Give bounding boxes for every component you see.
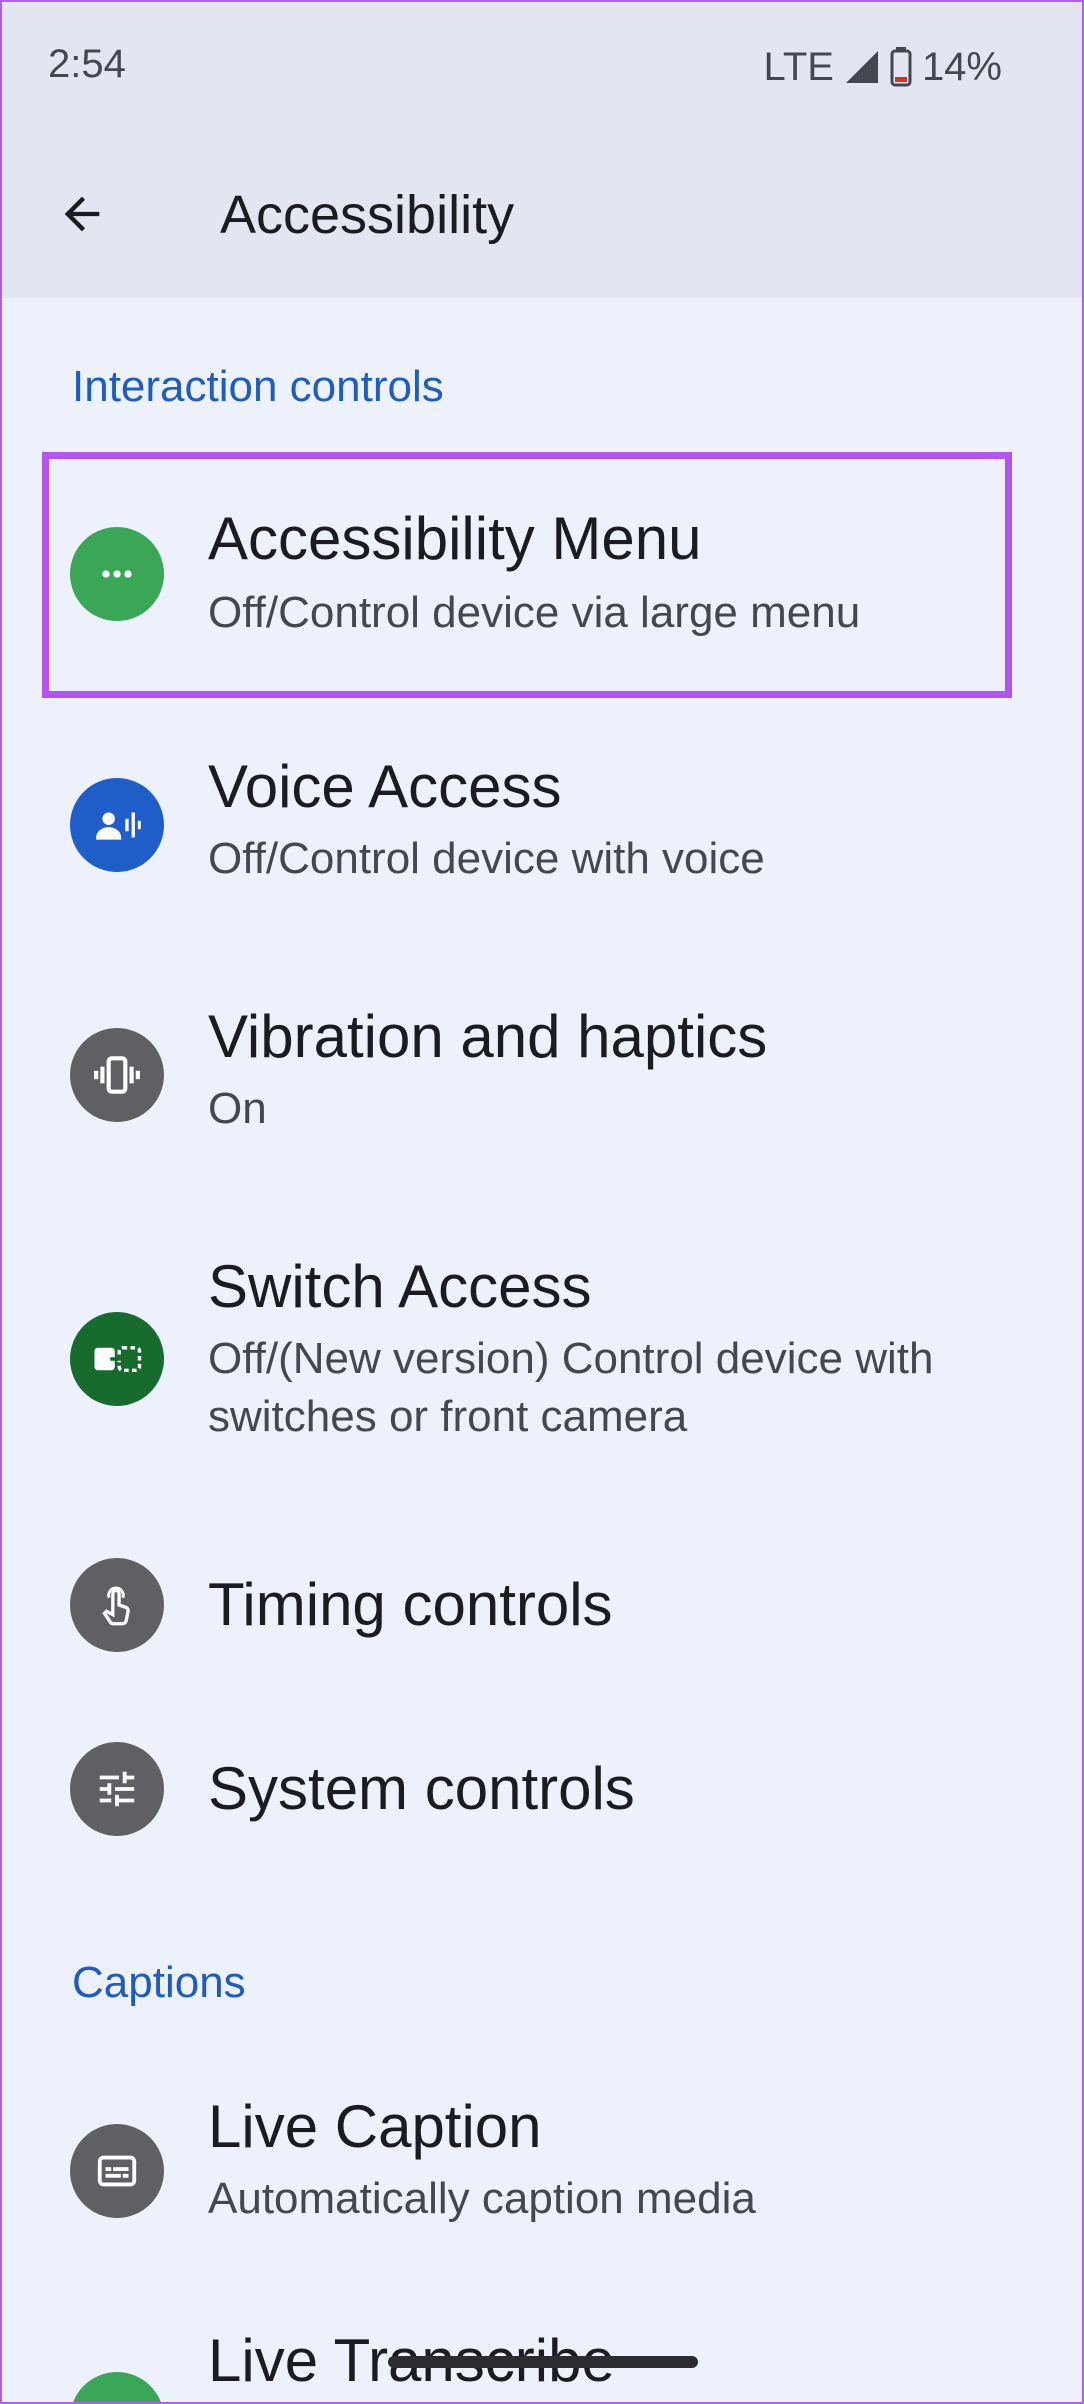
item-title: Timing controls — [208, 1571, 613, 1638]
list-item-switch-access[interactable]: Switch Access Off/(New version) Control … — [0, 1210, 1084, 1500]
battery-icon — [890, 47, 912, 87]
status-indicators: LTE 14% — [764, 42, 1002, 92]
battery-percent: 14% — [921, 44, 1002, 89]
list-item-vibration-haptics[interactable]: Vibration and haptics On — [0, 960, 1084, 1190]
app-bar: Accessibility — [0, 140, 1084, 298]
switch-access-icon — [70, 1312, 164, 1406]
list-item-timing-controls[interactable]: Timing controls — [0, 1530, 1084, 1680]
list-item-live-caption[interactable]: Live Caption Automatically caption media — [0, 2050, 1084, 2290]
vibration-icon — [70, 1028, 164, 1122]
item-subtitle: On — [208, 1084, 267, 1133]
list-item-voice-access[interactable]: Voice Access Off/Control device with voi… — [0, 710, 1084, 940]
section-header-interaction-controls: Interaction controls — [72, 362, 444, 411]
item-title: Live Caption — [208, 2093, 542, 2160]
screenshot-frame — [0, 0, 1084, 2404]
item-title: Switch Access — [208, 1253, 592, 1320]
touch-icon — [70, 1558, 164, 1652]
network-label: LTE — [763, 44, 834, 89]
item-subtitle: Off/(New version) Control device with sw… — [208, 1334, 934, 1441]
arrow-back-icon — [64, 196, 100, 232]
status-bar: 2:54 LTE 14% — [0, 0, 1084, 140]
signal-icon — [845, 51, 878, 83]
tune-icon — [70, 1742, 164, 1836]
highlight-box — [42, 452, 1012, 698]
transcribe-icon — [70, 2372, 164, 2404]
item-title: Voice Access — [208, 753, 562, 820]
list-item-system-controls[interactable]: System controls — [0, 1712, 1084, 1862]
back-button[interactable] — [42, 174, 122, 254]
home-gesture-bar[interactable] — [388, 2356, 698, 2368]
status-time: 2:54 — [48, 42, 126, 86]
item-title: System controls — [208, 1755, 635, 1822]
subtitles-icon — [70, 2124, 164, 2218]
page-title: Accessibility — [220, 185, 515, 245]
voice-access-icon — [70, 778, 164, 872]
item-title: Vibration and haptics — [208, 1003, 768, 1070]
item-subtitle: Automatically caption media — [208, 2174, 756, 2223]
item-subtitle: Off/Control device with voice — [208, 834, 765, 883]
section-header-captions: Captions — [72, 1958, 246, 2007]
